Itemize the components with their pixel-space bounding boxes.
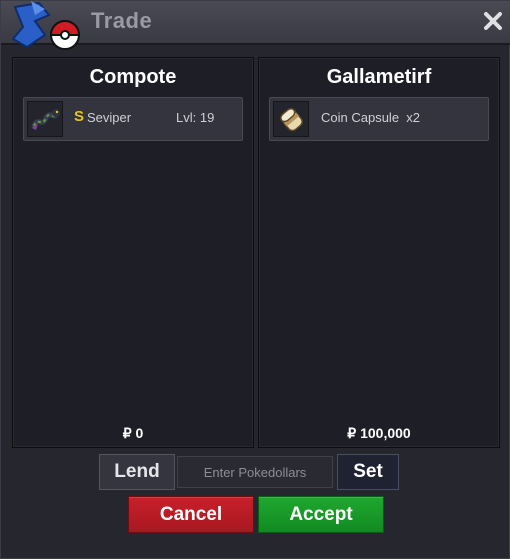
left-trader-money: ₽ 0 — [122, 425, 144, 441]
trade-window: Trade Compote S Seviper Lvl: 19 ₽ 0 Gall… — [0, 0, 510, 559]
pokemon-level: Lvl: 19 — [176, 110, 215, 125]
left-trader-name: Compote — [89, 66, 177, 88]
offer-item-slot[interactable]: S Seviper Lvl: 19 — [23, 97, 243, 141]
left-trader-panel: Compote S Seviper Lvl: 19 ₽ 0 — [12, 57, 254, 448]
set-button[interactable]: Set — [337, 454, 399, 490]
pokemon-name: Seviper — [87, 110, 132, 125]
shiny-badge: S — [74, 108, 85, 125]
lend-button[interactable]: Lend — [99, 454, 175, 490]
title-bar[interactable]: Trade — [1, 1, 510, 50]
right-trader-money: ₽ 100,000 — [347, 425, 411, 441]
right-trader-name: Gallametirf — [326, 66, 432, 88]
pokedollars-input[interactable] — [177, 456, 333, 488]
accept-button[interactable]: Accept — [258, 496, 384, 533]
right-trader-panel: Gallametirf Coin Capsule x2 ₽ 100,000 — [258, 57, 500, 448]
cancel-button[interactable]: Cancel — [128, 496, 254, 533]
pokemon-logo-icon — [11, 1, 81, 50]
window-title: Trade — [91, 8, 153, 33]
seviper-sprite-icon — [27, 101, 63, 137]
coin-capsule-icon — [273, 101, 309, 137]
close-icon[interactable] — [481, 9, 505, 33]
offer-item-slot[interactable]: Coin Capsule x2 — [269, 97, 489, 141]
item-name: Coin Capsule x2 — [321, 110, 420, 125]
